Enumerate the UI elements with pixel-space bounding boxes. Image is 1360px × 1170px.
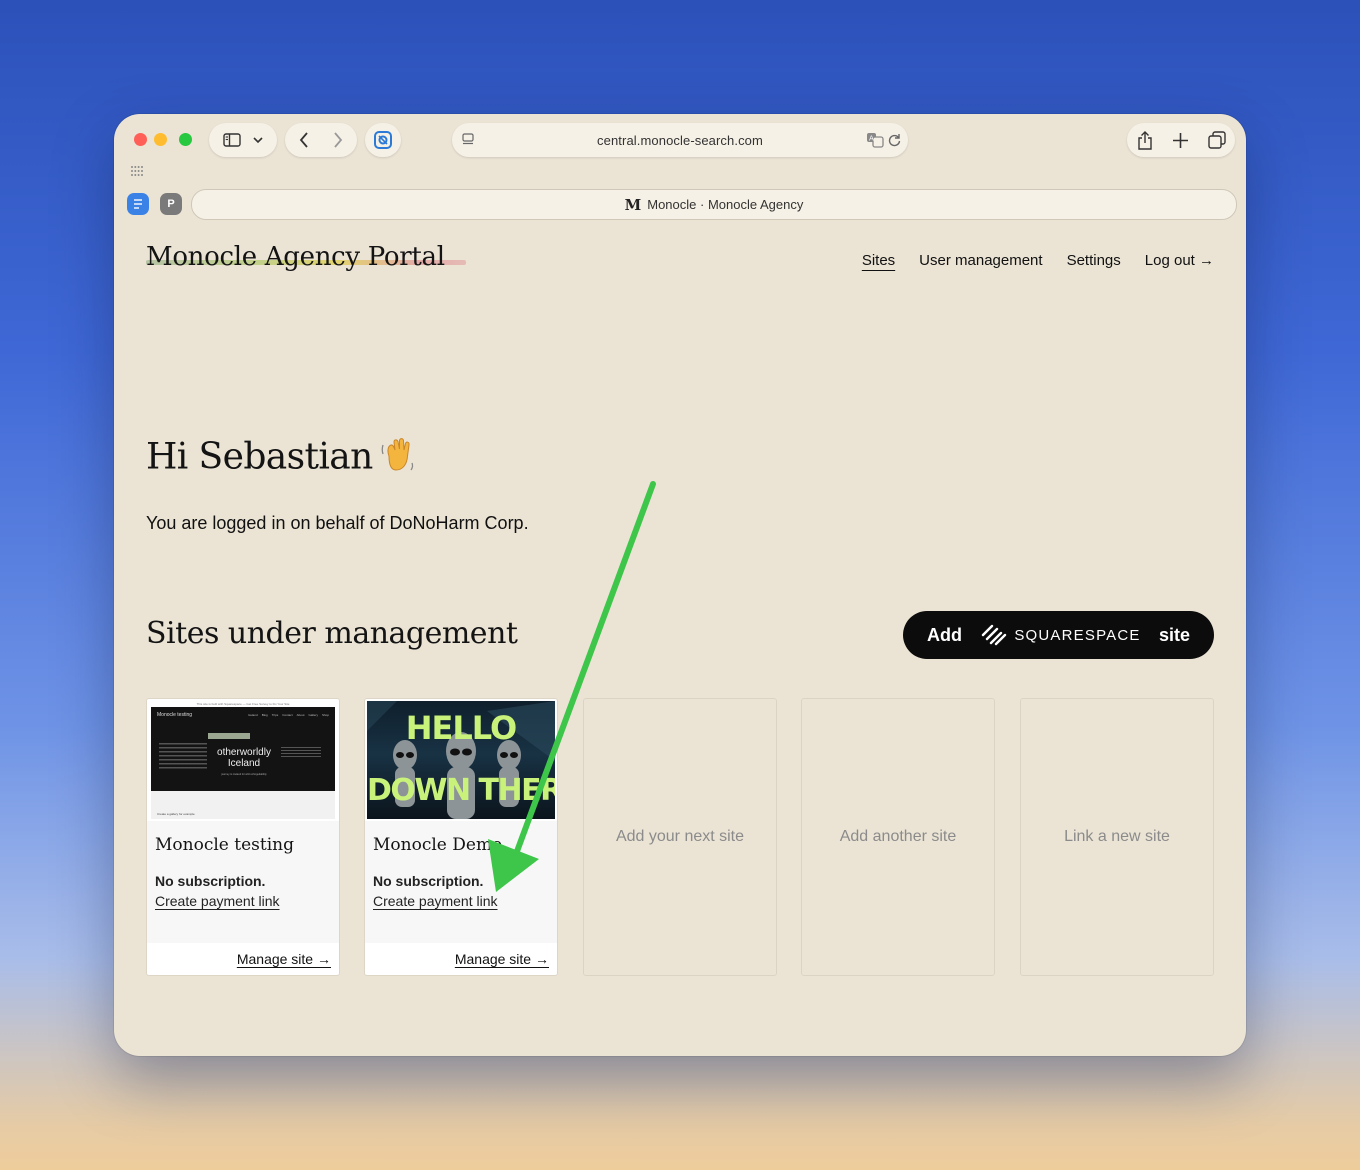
add-site-slot[interactable]: Link a new site	[1020, 698, 1214, 976]
tab-overview-icon[interactable]	[1207, 131, 1226, 149]
site-card: HELLO DOWN THERE Monocle Demo No subscri…	[364, 698, 558, 976]
sidebar-toggle-button[interactable]	[209, 123, 277, 157]
squarespace-logo: SQUARESPACE	[980, 623, 1140, 647]
nav-user-management[interactable]: User management	[919, 252, 1042, 269]
p-tab-icon[interactable]: P	[160, 193, 182, 215]
add-button-prefix: Add	[927, 624, 962, 645]
thumb-lower: Create a gallery for example	[151, 791, 335, 819]
url-text: central.monocle-search.com	[597, 132, 763, 148]
minimize-window-button[interactable]	[154, 133, 167, 146]
add-button-suffix: site	[1158, 624, 1190, 645]
thumb-menu-item: About	[296, 713, 305, 717]
site-card: This site is built with Squarespace — Ge…	[146, 698, 340, 976]
back-arrow-icon[interactable]	[299, 132, 309, 148]
monocle-favicon-icon: M	[624, 195, 642, 214]
create-payment-link[interactable]: Create payment link	[155, 893, 280, 909]
sites-heading: Sites under management	[146, 616, 518, 651]
waving-hand-icon	[379, 436, 417, 483]
site-thumbnail[interactable]: This site is built with Squarespace — Ge…	[149, 701, 337, 819]
thumb-headline: otherworldly Iceland	[217, 747, 271, 769]
site-title: Monocle Demo	[373, 835, 503, 855]
brand-title[interactable]: Monocle Agency Portal	[146, 242, 445, 272]
sidebar-icon	[223, 133, 241, 147]
subscription-status: No subscription.	[373, 873, 484, 889]
logged-in-notice: You are logged in on behalf of DoNoHarm …	[146, 513, 529, 533]
thumb-site-name: Monocle testing	[157, 712, 193, 718]
thumb-line2: DOWN THERE	[367, 773, 555, 808]
add-site-slot[interactable]: Add another site	[801, 698, 995, 976]
manage-site-link[interactable]: Manage site →	[237, 951, 331, 967]
card-body: Monocle testing No subscription. Create …	[147, 821, 339, 943]
thumb-menu-item: Iceland	[248, 713, 258, 717]
create-payment-link[interactable]: Create payment link	[373, 893, 498, 909]
svg-text:A: A	[869, 135, 874, 143]
thumb-menu-item: Blog	[261, 713, 268, 717]
extension-icon	[374, 131, 392, 149]
tab-title: Monocle · Monocle Agency	[647, 197, 804, 212]
site-title: Monocle testing	[155, 835, 294, 855]
add-squarespace-site-button[interactable]: Add SQUARESPACE site	[903, 611, 1214, 659]
address-bar[interactable]: central.monocle-search.com A	[452, 123, 908, 157]
extension-button[interactable]	[365, 123, 401, 157]
thumb-menu-item: Shop	[321, 713, 329, 717]
reload-icon[interactable]	[888, 133, 901, 147]
site-thumbnail[interactable]: HELLO DOWN THERE	[367, 701, 555, 819]
active-tab[interactable]: M Monocle · Monocle Agency	[191, 189, 1237, 220]
thumb-text-block	[159, 743, 207, 769]
thumb-line1: HELLO	[405, 709, 517, 747]
translate-icon[interactable]: A	[866, 132, 884, 148]
forward-arrow-icon[interactable]	[333, 132, 343, 148]
nav-sites[interactable]: Sites	[862, 252, 895, 269]
grid-dots-icon[interactable]	[131, 166, 143, 176]
thumb-menu-item: Contact	[282, 713, 293, 717]
zoom-window-button[interactable]	[179, 133, 192, 146]
squarespace-icon	[982, 624, 1007, 646]
thumb-side-block	[281, 747, 321, 757]
thumb-cta	[208, 733, 250, 739]
chevron-down-icon	[253, 136, 263, 143]
nav-log-out[interactable]: Log out →	[1145, 252, 1214, 269]
squarespace-wordmark: SQUARESPACE	[1014, 626, 1141, 644]
close-window-button[interactable]	[134, 133, 147, 146]
share-icon[interactable]	[1137, 130, 1153, 150]
main-nav: Sites User management Settings Log out →	[862, 252, 1214, 269]
subscription-status: No subscription.	[155, 873, 266, 889]
history-nav-group	[285, 123, 357, 157]
greeting-text: Hi Sebastian	[146, 436, 373, 478]
thumb-footer: Create a gallery for example	[157, 812, 195, 816]
thumb-menu: Iceland Blog Trips Contact About Gallery Shop	[248, 713, 329, 717]
card-body: Monocle Demo No subscription. Create pay…	[365, 821, 557, 943]
thumb-menu-item: Gallery	[308, 713, 318, 717]
toolbar-right-group	[1127, 123, 1235, 157]
add-site-slot[interactable]: Add your next site	[583, 698, 777, 976]
docs-tab-icon[interactable]	[127, 193, 149, 215]
nav-settings[interactable]: Settings	[1067, 252, 1121, 269]
browser-window: central.monocle-search.com A P M Monocle…	[114, 114, 1246, 1056]
greeting-heading: Hi Sebastian	[146, 436, 417, 483]
page-menu-icon[interactable]	[462, 133, 476, 146]
manage-site-link[interactable]: Manage site →	[455, 951, 549, 967]
thumb-menu-item: Trips	[271, 713, 279, 717]
thumb-hero: Monocle testing Iceland Blog Trips Contact A…	[151, 707, 335, 791]
new-tab-icon[interactable]	[1172, 132, 1188, 148]
thumb-sub: journey to Iceland for wild unforgettabi…	[221, 773, 267, 776]
